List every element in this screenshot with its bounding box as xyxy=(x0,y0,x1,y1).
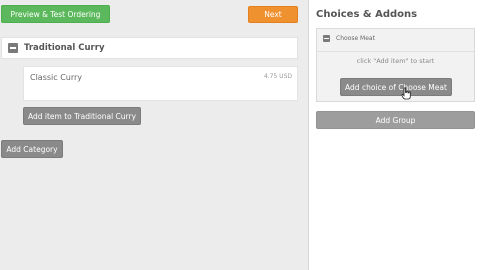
item-name: Classic Curry xyxy=(30,73,83,82)
group-header[interactable]: Choose Meat xyxy=(323,35,375,42)
divider xyxy=(317,51,474,52)
add-choice-button[interactable]: Add choice of Choose Meat xyxy=(340,78,452,96)
category-title: Traditional Curry xyxy=(24,43,105,53)
panel-title: Choices & Addons xyxy=(316,9,418,20)
category-header[interactable]: Traditional Curry xyxy=(1,37,298,59)
hand-cursor-icon xyxy=(401,87,411,100)
collapse-icon[interactable] xyxy=(323,35,330,42)
collapse-icon[interactable] xyxy=(8,43,18,53)
empty-hint: click "Add item" to start xyxy=(356,57,435,65)
preview-test-ordering-button[interactable]: Preview & Test Ordering xyxy=(1,5,110,23)
menu-editor-pane: Preview & Test Ordering Next Traditional… xyxy=(0,0,308,270)
menu-item-card[interactable]: Classic Curry 4.75 USD xyxy=(23,66,298,101)
next-button[interactable]: Next xyxy=(248,6,298,23)
group-name: Choose Meat xyxy=(336,35,375,42)
add-group-button[interactable]: Add Group xyxy=(316,111,475,129)
add-category-button[interactable]: Add Category xyxy=(1,140,63,158)
item-price: 4.75 USD xyxy=(263,73,292,80)
add-item-button[interactable]: Add item to Traditional Curry xyxy=(23,107,141,125)
